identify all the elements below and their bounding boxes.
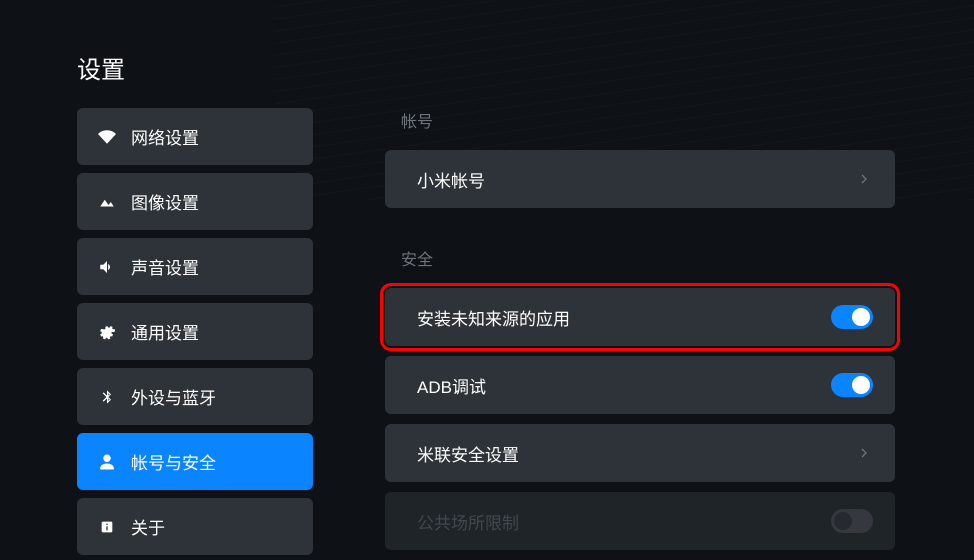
- sidebar-item-display[interactable]: 图像设置: [77, 173, 313, 230]
- sidebar-item-network[interactable]: 网络设置: [77, 108, 313, 165]
- row-adb-debug[interactable]: ADB调试: [385, 356, 895, 414]
- sidebar-item-sound[interactable]: 声音设置: [77, 238, 313, 295]
- sidebar-item-account-security[interactable]: 帐号与安全: [77, 433, 313, 490]
- section-header-account: 帐号: [385, 108, 895, 132]
- row-label: 安装未知来源的应用: [417, 305, 570, 330]
- toggle-knob: [852, 376, 870, 394]
- sidebar-item-general[interactable]: 通用设置: [77, 303, 313, 360]
- row-label: 公共场所限制: [417, 509, 519, 534]
- row-label: 米联安全设置: [417, 441, 519, 466]
- page-title: 设置: [77, 50, 125, 85]
- row-label: ADB调试: [417, 373, 486, 398]
- row-milink-security[interactable]: 米联安全设置: [385, 424, 895, 482]
- section-header-security: 安全: [385, 246, 895, 270]
- sidebar-nav: 网络设置 图像设置 声音设置 通用设置 外设与蓝牙 帐号与安全: [77, 108, 313, 555]
- sidebar-item-label: 网络设置: [131, 124, 199, 149]
- sidebar-item-bluetooth[interactable]: 外设与蓝牙: [77, 368, 313, 425]
- sound-icon: [97, 257, 117, 277]
- sidebar-item-label: 帐号与安全: [131, 449, 216, 474]
- row-public-place-limit: 公共场所限制: [385, 492, 895, 550]
- toggle-knob: [834, 512, 852, 530]
- sidebar-item-label: 关于: [131, 514, 165, 539]
- sidebar-item-label: 通用设置: [131, 319, 199, 344]
- sidebar-item-label: 声音设置: [131, 254, 199, 279]
- gear-icon: [97, 322, 117, 342]
- row-unknown-sources[interactable]: 安装未知来源的应用: [385, 288, 895, 346]
- chevron-right-icon: [855, 444, 873, 462]
- bluetooth-icon: [97, 387, 117, 407]
- image-icon: [97, 192, 117, 212]
- settings-content: 帐号 小米帐号 安全 安装未知来源的应用 ADB调试 米联安全设置 公共场所限制: [385, 108, 895, 560]
- chevron-right-icon: [855, 170, 873, 188]
- sidebar-item-about[interactable]: 关于: [77, 498, 313, 555]
- person-icon: [97, 452, 117, 472]
- info-icon: [97, 517, 117, 537]
- toggle-knob: [852, 308, 870, 326]
- row-label: 小米帐号: [417, 167, 485, 192]
- row-xiaomi-account[interactable]: 小米帐号: [385, 150, 895, 208]
- sidebar-item-label: 外设与蓝牙: [131, 384, 216, 409]
- wifi-icon: [97, 127, 117, 147]
- sidebar-item-label: 图像设置: [131, 189, 199, 214]
- toggle-public-place-limit: [831, 509, 873, 533]
- toggle-unknown-sources[interactable]: [831, 305, 873, 329]
- toggle-adb-debug[interactable]: [831, 373, 873, 397]
